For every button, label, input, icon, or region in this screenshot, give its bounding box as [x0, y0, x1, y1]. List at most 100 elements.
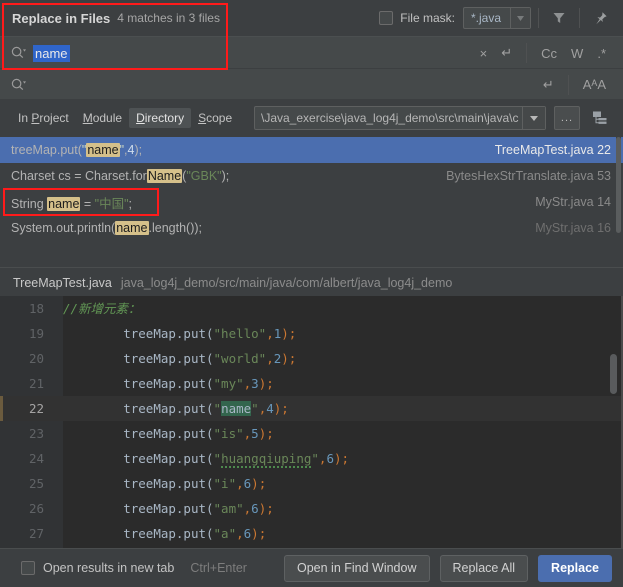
- code-line-18: 18 //新增元素：: [0, 296, 623, 321]
- dialog-footer: Open results in new tab Ctrl+Enter Open …: [0, 548, 623, 587]
- directory-tree-icon[interactable]: [587, 106, 613, 130]
- scope-tab-in-project[interactable]: In Project: [11, 108, 76, 128]
- match-summary: 4 matches in 3 files: [117, 11, 220, 25]
- scope-tabs: In Project Module Directory Scope: [11, 108, 239, 128]
- result-file-location: BytesHexStrTranslate.java 53: [446, 169, 611, 183]
- file-mask-label: File mask:: [400, 11, 455, 25]
- line-text: //新增元素：: [63, 301, 141, 316]
- scope-row: In Project Module Directory Scope \Java_…: [0, 99, 623, 137]
- new-line-icon[interactable]: ↵: [536, 77, 561, 93]
- line-text: treeMap.put("am",6);: [123, 501, 274, 516]
- divider: [538, 8, 539, 28]
- chevron-down-icon[interactable]: [522, 107, 545, 129]
- regex-toggle[interactable]: .*: [590, 46, 613, 61]
- line-text: treeMap.put("world",2);: [123, 351, 297, 366]
- divider: [526, 43, 528, 63]
- result-preview-text: treeMap.put("name",4);: [11, 143, 143, 157]
- checkbox-box[interactable]: [21, 561, 35, 575]
- result-row-0[interactable]: treeMap.put("name",4); TreeMapTest.java …: [0, 137, 623, 163]
- code-scrollbar[interactable]: [610, 354, 617, 394]
- line-text: treeMap.put("name",4);: [123, 401, 289, 416]
- code-line-27: 27 treeMap.put("a",6);: [0, 521, 623, 546]
- code-line-25: 25 treeMap.put("i",6);: [0, 471, 623, 496]
- funnel-icon[interactable]: [546, 5, 572, 31]
- line-text: treeMap.put("is",5);: [123, 426, 274, 441]
- scope-tab-directory[interactable]: Directory: [129, 108, 192, 128]
- chevron-down-icon[interactable]: [510, 8, 530, 28]
- directory-combo[interactable]: \Java_exercise\java_log4j_demo\src\main\…: [254, 106, 546, 130]
- result-preview-text: Charset cs = Charset.forName("GBK");: [11, 169, 230, 183]
- words-toggle[interactable]: W: [564, 46, 590, 61]
- code-line-21: 21 treeMap.put("my",3);: [0, 371, 623, 396]
- line-number: 21: [28, 376, 44, 391]
- line-text: treeMap.put("hello",1);: [123, 326, 297, 341]
- file-mask-combo[interactable]: *.java: [462, 7, 531, 29]
- spellcheck-underline: huangqiuping: [221, 451, 312, 468]
- replace-search-icon[interactable]: [11, 78, 26, 92]
- search-input-value[interactable]: name: [33, 44, 70, 62]
- result-preview-text: String name = "中国";: [11, 196, 133, 211]
- result-row-2[interactable]: String name = "中国"; MyStr.java 14: [0, 189, 623, 215]
- line-text: treeMap.put("my",3);: [123, 376, 274, 391]
- divider: [567, 74, 569, 95]
- search-icon[interactable]: [11, 46, 26, 60]
- line-number: 18: [28, 301, 44, 316]
- results-scrollbar[interactable]: [616, 137, 621, 267]
- line-number: 25: [28, 476, 44, 491]
- result-row-1[interactable]: Charset cs = Charset.forName("GBK"); Byt…: [0, 163, 623, 189]
- line-number: 22: [28, 401, 44, 416]
- result-preview-text: System.out.println(name.length());: [11, 221, 202, 235]
- replace-field-row[interactable]: ↵ AᴬA: [0, 68, 623, 100]
- line-text: treeMap.put("i",6);: [123, 476, 267, 491]
- pin-icon[interactable]: [587, 5, 613, 31]
- results-list[interactable]: treeMap.put("name",4); TreeMapTest.java …: [0, 137, 623, 267]
- shortcut-hint: Ctrl+Enter: [190, 561, 247, 575]
- line-text: treeMap.put("a",6);: [123, 526, 267, 541]
- code-line-26: 26 treeMap.put("am",6);: [0, 496, 623, 521]
- result-file-location: MyStr.java 14: [535, 195, 611, 209]
- scope-tab-scope[interactable]: Scope: [191, 108, 239, 128]
- dialog-header: Replace in Files 4 matches in 3 files Fi…: [0, 0, 623, 36]
- line-number: 24: [28, 451, 44, 466]
- search-options: × ↵ Cc W .*: [473, 43, 623, 63]
- line-number: 26: [28, 501, 44, 516]
- footer-buttons: Open in Find Window Replace All Replace: [274, 554, 623, 582]
- preview-file-name: TreeMapTest.java: [13, 275, 112, 290]
- code-line-24: 24 treeMap.put("huangqiuping",6);: [0, 446, 623, 471]
- preserve-case-toggle[interactable]: AᴬA: [576, 77, 613, 92]
- match-case-toggle[interactable]: Cc: [534, 46, 564, 61]
- line-number: 23: [28, 426, 44, 441]
- file-mask-checkbox[interactable]: [379, 11, 394, 25]
- preview-file-path: java_log4j_demo/src/main/java/com/albert…: [120, 275, 453, 290]
- open-results-new-tab-checkbox[interactable]: Open results in new tab: [13, 561, 174, 575]
- scope-tab-module[interactable]: Module: [76, 108, 129, 128]
- line-number: 27: [28, 526, 44, 541]
- page-title: Replace in Files: [12, 10, 111, 26]
- result-file-location: TreeMapTest.java 22: [494, 143, 611, 157]
- replace-all-button[interactable]: Replace All: [439, 554, 529, 582]
- file-mask-value[interactable]: *.java: [464, 8, 510, 28]
- replace-options: ↵ AᴬA: [536, 74, 623, 95]
- result-file-location: MyStr.java 16: [535, 221, 611, 235]
- directory-path-input[interactable]: \Java_exercise\java_log4j_demo\src\main\…: [255, 107, 522, 129]
- code-line-22: 22 treeMap.put("name",4);: [0, 396, 623, 421]
- browse-directory-button[interactable]: ...: [554, 106, 580, 130]
- replace-button[interactable]: Replace: [538, 554, 612, 582]
- line-text: treeMap.put("huangqiuping",6);: [123, 451, 350, 468]
- open-results-new-tab-label: Open results in new tab: [43, 561, 175, 575]
- open-in-find-window-button[interactable]: Open in Find Window: [283, 554, 430, 582]
- code-preview[interactable]: 18 //新增元素： 19 treeMap.put("hello",1); 20…: [0, 296, 623, 548]
- code-line-23: 23 treeMap.put("is",5);: [0, 421, 623, 446]
- header-controls: File mask: *.java: [379, 0, 623, 36]
- search-input[interactable]: name: [33, 44, 70, 62]
- search-field-row[interactable]: name × ↵ Cc W .*: [0, 36, 623, 69]
- new-line-icon[interactable]: ↵: [494, 45, 519, 61]
- line-number: 20: [28, 351, 44, 366]
- clear-icon[interactable]: ×: [473, 46, 495, 61]
- replace-in-files-dialog: Replace in Files 4 matches in 3 files Fi…: [0, 0, 623, 587]
- result-row-3[interactable]: System.out.println(name.length()); MyStr…: [0, 215, 623, 241]
- line-number: 19: [28, 326, 44, 341]
- code-line-20: 20 treeMap.put("world",2);: [0, 346, 623, 371]
- divider: [579, 8, 580, 28]
- match-highlight: name: [221, 401, 252, 416]
